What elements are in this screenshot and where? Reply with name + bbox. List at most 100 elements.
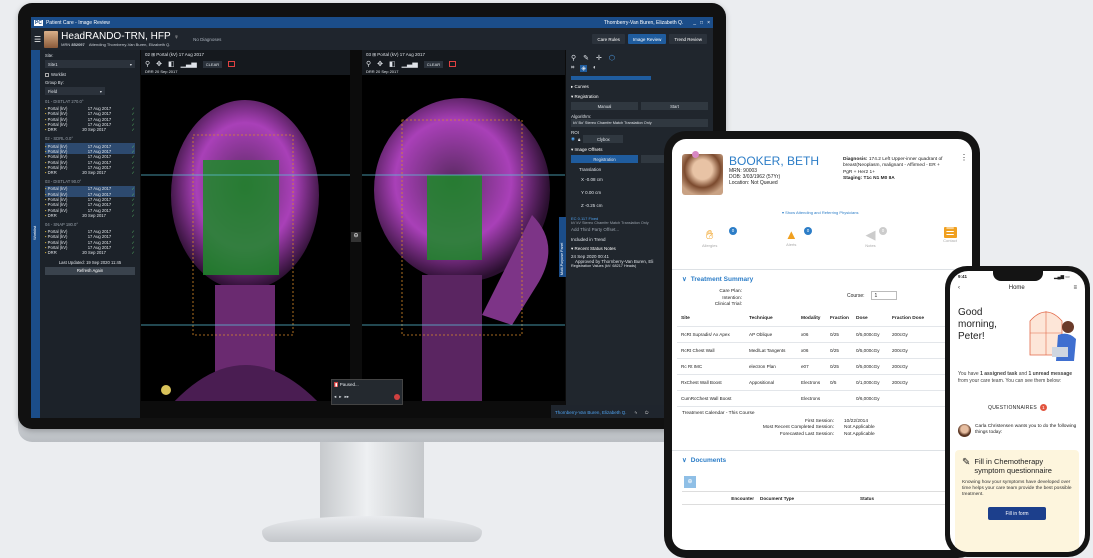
treatment-summary-header[interactable]: ∨ Treatment Summary	[682, 275, 753, 284]
image-list-item[interactable]: ▪ DRR 20 Sep 2017 ✓	[45, 213, 135, 218]
status-user[interactable]: Thornberry-Van Buren, Elizabeth Q.	[555, 410, 626, 415]
hamburger-menu-icon[interactable]: ☰	[34, 35, 41, 44]
brush-icon[interactable]: ✎	[583, 54, 589, 62]
table-row[interactable]: Rc Rt IMC electron Plan e07 0/25 0/5,000cGy 2…	[677, 359, 972, 375]
image-list-item[interactable]: ▪ DRR 20 Sep 2017 ✓	[45, 170, 135, 175]
table-row[interactable]: RcRt Chest Wall Med/Lat Tangents x06 0/25 0/…	[677, 343, 972, 359]
flash-icon[interactable]: ϟ	[634, 410, 636, 415]
zoom-icon[interactable]: ⚲	[366, 60, 371, 68]
image-list-item[interactable]: ▪ DRR 20 Sep 2017 ✓	[45, 250, 135, 255]
back-icon[interactable]: ‹	[958, 285, 960, 291]
group-title[interactable]: 01 - DISTLAT 270.0°	[45, 99, 135, 104]
site-label: Site:	[45, 53, 54, 58]
group-title[interactable]: 04 - SNAP 180.0°	[45, 222, 135, 227]
tab-registration[interactable]: Registration	[571, 155, 638, 163]
tab-care-rules[interactable]: Care Rules	[592, 34, 625, 44]
tab-trend-review[interactable]: Trend Review	[669, 34, 707, 44]
contact-tile[interactable]: ☰ Contact	[943, 227, 957, 248]
start-button[interactable]: Start	[641, 102, 708, 110]
play-icon[interactable]: ▸	[339, 394, 341, 400]
histogram-icon[interactable]: ▁▃▅	[402, 60, 418, 68]
allergies-tile[interactable]: ✋︎ Allergies	[702, 227, 717, 248]
maximize-icon[interactable]: □	[700, 20, 703, 26]
image-date: 17 Aug 2017	[87, 202, 112, 208]
grid-icon[interactable]: ⌗	[571, 65, 574, 72]
image-date: 20 Sep 2017	[82, 250, 106, 256]
image-date: 17 Aug 2017	[87, 197, 112, 202]
viewer-right[interactable]: 03 ⊞ Portal (kV) 17 Aug 2017 ⚲ ✥ ◧ ▁▃▅ CLEA…	[362, 50, 565, 401]
group-title[interactable]: 02 - SDRL 0.0°	[45, 136, 135, 141]
assigned-task-count[interactable]: 1 assigned task	[980, 371, 1017, 377]
stop-icon[interactable]	[394, 394, 400, 400]
checkbox-icon[interactable]	[45, 72, 49, 77]
next-icon[interactable]: ▸▸	[345, 394, 350, 400]
questionnaire-count-badge: 1	[1039, 404, 1047, 411]
menu-icon[interactable]: ≡	[1073, 285, 1077, 291]
contour-icon[interactable]: ⬡	[609, 54, 615, 62]
zoom-icon[interactable]: ⚲	[571, 54, 576, 62]
patient-header: ☰ HeadRANDO-TRN, HFP ♀ MRN 852097 Attend…	[31, 28, 713, 50]
lock-icon[interactable]: 🔒︎	[578, 137, 580, 142]
unread-message-count[interactable]: 1 unread message	[1028, 371, 1072, 377]
close-icon[interactable]: ×	[707, 20, 710, 26]
summary-icon-row: ✋︎ Allergies ▲ Alerts ◀ Notes ☰ Contact	[702, 227, 957, 248]
documents-header[interactable]: ∨ Documents	[682, 456, 726, 465]
registration-section[interactable]: ▾ Registration	[571, 94, 708, 100]
alerts-tile[interactable]: ▲ Alerts	[785, 227, 798, 248]
questionnaires-header: QUESTIONNAIRES 1	[950, 404, 1085, 411]
multi-purpose-vertical-tab[interactable]: Multi-Purpose Panel	[559, 217, 566, 277]
curves-section[interactable]: ▸ Curves	[571, 84, 708, 90]
table-cell: 0/5	[830, 380, 837, 385]
layers-icon[interactable]: ◈	[580, 65, 588, 72]
pan-icon[interactable]: ✥	[377, 60, 383, 68]
image-type-label: Portal (kV)	[47, 191, 68, 197]
image-type: ▪ Portal (kV)	[45, 229, 67, 234]
table-cell: electron Plan	[749, 364, 776, 369]
zoom-icon[interactable]: ⚲	[145, 60, 150, 68]
table-row[interactable]: CumRcChest Wall Boost Electrons 0/6,000cGy	[677, 391, 972, 407]
more-options-icon[interactable]: ⋮	[960, 153, 968, 162]
show-physicians-link[interactable]: ▾ Show Attending and Referring Physician…	[782, 210, 859, 215]
clear-button[interactable]: CLEAR	[202, 60, 223, 68]
tab-image-review[interactable]: Image Review	[627, 34, 667, 44]
site-select[interactable]: Site1 ▾	[45, 60, 135, 68]
refresh-button[interactable]: Refresh Again	[45, 266, 135, 275]
manual-button[interactable]: Manual	[571, 102, 638, 110]
algorithm-select[interactable]: kV Bo' Stereo Chamfer Match Translation …	[571, 119, 708, 127]
window-level-icon[interactable]: ◧	[389, 60, 396, 68]
prev-icon[interactable]: ◂	[334, 394, 336, 400]
window-title: Patient Care - Image Review	[45, 19, 110, 26]
roi-select[interactable]: Clybox	[583, 135, 624, 143]
image-list-item[interactable]: ▪ DRR 20 Sep 2017 ✓	[45, 127, 135, 132]
worklist-checkbox-row[interactable]: Worklist	[45, 72, 135, 77]
reject-icon[interactable]	[228, 61, 236, 67]
fill-icon[interactable]: ◐	[593, 65, 597, 72]
notes-tile[interactable]: ◀ Notes	[865, 227, 875, 248]
group-by-select[interactable]: Field ▾	[45, 87, 105, 95]
minimize-icon[interactable]: _	[693, 20, 696, 26]
course-input[interactable]: 1	[870, 291, 897, 300]
reject-icon[interactable]	[449, 61, 457, 67]
clear-button[interactable]: CLEAR	[423, 60, 444, 68]
fill-in-form-button[interactable]: Fill in form	[988, 507, 1046, 520]
histogram-icon[interactable]: ▁▃▅	[181, 60, 197, 68]
link-viewers-icon[interactable]: ⊖	[351, 232, 361, 242]
image-date: 17 Aug 2017	[87, 245, 112, 251]
crosshair-icon[interactable]: ✛	[596, 54, 602, 62]
eye-icon[interactable]: ◉	[571, 136, 575, 142]
viewer-right-drr: DRR 20 Sep 2017	[366, 69, 399, 74]
worklist-vertical-tab[interactable]: Worklist	[31, 50, 40, 418]
opacity-slider[interactable]	[571, 76, 651, 80]
worklist-tab-label: Worklist	[32, 225, 37, 240]
window-level-icon[interactable]: ◧	[168, 60, 175, 68]
table-row[interactable]: RxChest Wall Boost Appositional Electrons 0…	[677, 375, 972, 391]
viewer-left[interactable]: 02 ⊞ Portal (kV) 17 Aug 2017 ⚲ ✥ ◧ ▁▃▅ CLEA…	[141, 50, 350, 401]
add-document-button[interactable]: ⊕	[684, 476, 696, 488]
table-row[interactable]: RcRt Supradis/ Ax Apex AP Oblique x06 0/25 0…	[677, 327, 972, 343]
pan-icon[interactable]: ✥	[156, 60, 162, 68]
monitor-stand-neck	[320, 442, 424, 520]
pencil-icon: ✎	[962, 457, 971, 468]
power-icon[interactable]: ⏻	[645, 410, 649, 415]
questionnaire-card[interactable]: ✎ Fill in Chemotherapy symptom questionn…	[955, 450, 1079, 552]
group-title[interactable]: 03 - DISTLAT 90.0°	[45, 179, 135, 184]
